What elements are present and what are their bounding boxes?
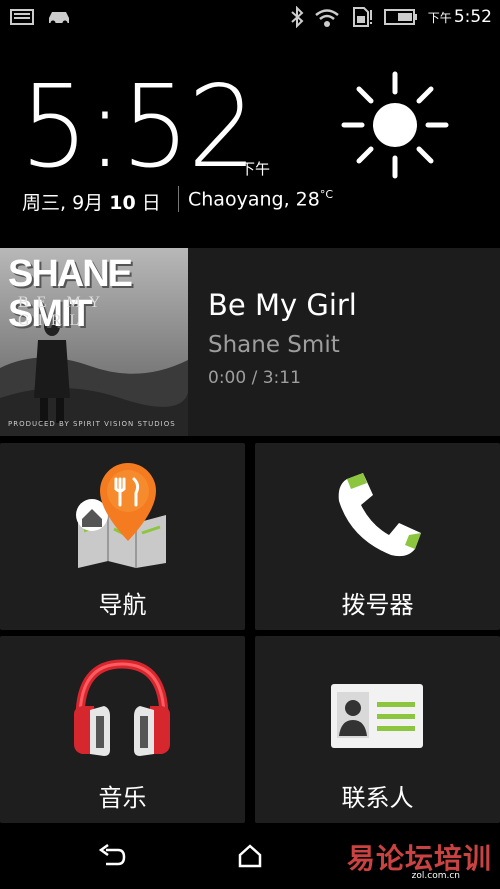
bluetooth-icon <box>291 6 304 28</box>
album-art[interactable]: SHANE SMIT BE MY GIRL PRODUCED BY SPIRIT… <box>0 248 188 436</box>
clock-time: 5:52 <box>20 61 257 194</box>
album-subtitle: BE MY GIRL <box>18 294 108 329</box>
keyboard-icon <box>10 9 34 25</box>
home-button[interactable] <box>230 839 270 873</box>
tile-label: 联系人 <box>341 784 414 812</box>
car-icon <box>49 12 69 26</box>
song-title: Be My Girl <box>208 288 357 322</box>
album-credit: PRODUCED BY SPIRIT VISION STUDIOS <box>8 420 176 428</box>
song-artist: Shane Smit <box>208 332 340 358</box>
headphones-icon <box>74 659 170 756</box>
tile-navigation[interactable]: 导航 <box>0 443 245 630</box>
battery-icon <box>383 9 417 25</box>
tile-label: 拨号器 <box>341 591 414 619</box>
home-icon <box>238 844 262 868</box>
phone-icon <box>338 473 421 557</box>
status-bar: 下午 5:52 <box>0 0 500 36</box>
sun-icon <box>341 71 449 179</box>
clock-date: 周三, 9月 10 日 <box>22 192 161 214</box>
navigation-map-icon <box>76 463 166 568</box>
watermark-url: zol.com.cn <box>411 871 460 881</box>
wifi-icon <box>315 9 339 27</box>
clock-ampm: 下午 <box>240 160 271 178</box>
status-time: 下午 5:52 <box>427 7 492 27</box>
tile-dialer[interactable]: 拨号器 <box>255 443 500 630</box>
song-progress: 0:00 / 3:11 <box>208 368 301 388</box>
contact-card-icon <box>331 684 423 748</box>
date-divider <box>178 186 179 212</box>
tile-music[interactable]: 音乐 <box>0 636 245 823</box>
back-icon <box>98 844 126 866</box>
sim-icon <box>352 7 372 27</box>
weather-location: Chaoyang, 28°C <box>188 188 334 211</box>
navigation-bar: 易论坛培训 zol.com.cn <box>0 823 500 889</box>
music-widget[interactable]: SHANE SMIT BE MY GIRL PRODUCED BY SPIRIT… <box>0 248 500 436</box>
clock-widget[interactable]: 5:52 下午 周三, 9月 10 日 Chaoyang, 28°C <box>0 36 500 248</box>
back-button[interactable] <box>92 839 132 873</box>
tile-label: 音乐 <box>98 784 147 812</box>
tile-label: 导航 <box>98 591 147 619</box>
tile-contacts[interactable]: 联系人 <box>255 636 500 823</box>
